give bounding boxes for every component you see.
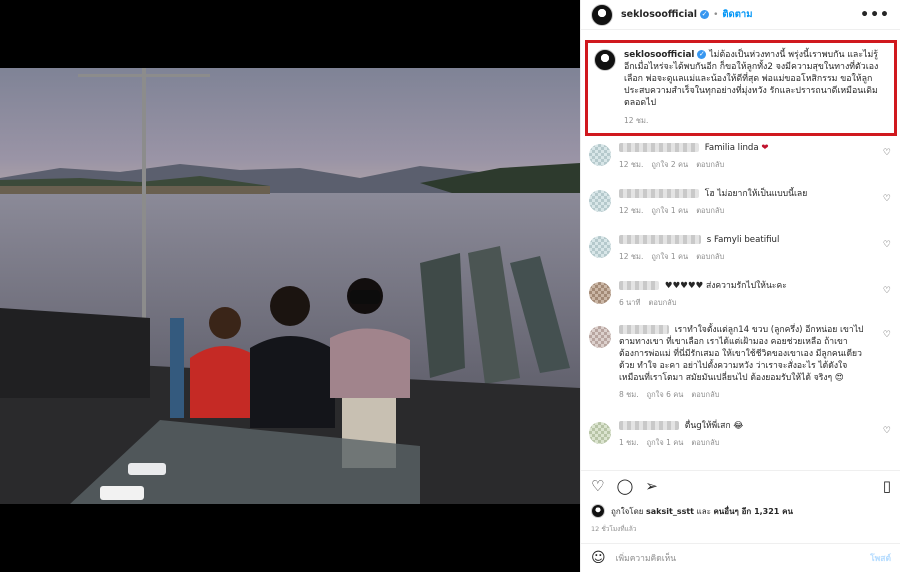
more-options-icon[interactable]: ••• [860,7,890,23]
comment-emoji: 😂 [733,421,744,431]
heart-outline-icon[interactable]: ♡ [591,477,604,495]
comment-likes[interactable]: ถูกใจ 1 คน [651,206,688,215]
blurred-username [619,189,699,198]
comment-text: ♥♥♥♥♥ ส่งความรักไปให้นะคะ [664,281,787,291]
caption-username[interactable]: seklosoofficial [624,50,694,60]
comment-item: เราทำใจตั้งแต่ลูก14 ขวบ (ลูกครึ่ง) อีกหน… [581,324,900,420]
comment-time: 12 ชม. [619,206,644,215]
comment-list: Familia linda ❤ 12 ชม. ถูกใจ 2 คน ตอบกลับ … [581,142,900,466]
comment-text: s Famyli beatifiul [706,235,780,245]
comment-input[interactable]: เพิ่มความคิดเห็น [616,551,676,565]
comment-emoji: ❤ [761,143,769,153]
reply-button[interactable]: ตอบกลับ [648,298,676,307]
comment-time: 12 ชม. [619,160,644,169]
comment-time: 1 ชม. [619,438,639,447]
caption-avatar[interactable] [594,49,616,71]
reply-button[interactable]: ตอบกลับ [691,438,719,447]
comment-time: 8 ชม. [619,390,639,399]
reply-button[interactable]: ตอบกลับ [691,390,719,399]
blurred-username [619,235,701,244]
comment-likes[interactable]: ถูกใจ 1 คน [651,252,688,261]
likes-prefix: ถูกใจโดย [611,506,644,516]
blurred-username [619,281,659,290]
likes-summary: ถูกใจโดย saksit_sstt และ คนอื่นๆ อีก 1,3… [591,504,793,518]
comment-text: ตื่นgให้พี่เสก [684,421,731,431]
liker-avatar[interactable] [591,504,605,518]
comment-emoji: 😍 [834,373,844,383]
commenter-avatar[interactable] [589,236,611,258]
like-comment-icon[interactable]: ♡ [883,148,891,158]
reply-button[interactable]: ตอบกลับ [696,206,724,215]
comment-item: โฮ ไม่อยากให้เป็นแบบนี้เลย 12 ชม. ถูกใจ 1… [581,188,900,234]
post-photo[interactable] [0,68,580,504]
comment-text: โฮ ไม่อยากให้เป็นแบบนี้เลย [704,189,808,199]
comment-likes[interactable]: ถูกใจ 6 คน [647,390,684,399]
comment-item: ♥♥♥♥♥ ส่งความรักไปให้นะคะ 6 นาที ตอบกลับ … [581,280,900,324]
post-comment-button[interactable]: โพสต์ [870,551,891,565]
like-comment-icon[interactable]: ♡ [883,330,891,340]
comment-time: 6 นาที [619,298,641,307]
follow-button[interactable]: ติดตาม [722,7,752,22]
caption-highlight-box: seklosoofficial ✓ ไม่ต้องเป็นห่วงทางนี้ พ… [585,40,897,136]
verified-badge-icon: ✓ [697,50,707,59]
comment-time: 12 ชม. [619,252,644,261]
likes-others[interactable]: คนอื่นๆ อีก 1,321 คน [713,507,793,516]
blurred-username [619,421,679,430]
reply-button[interactable]: ตอบกลับ [696,252,724,261]
commenter-avatar[interactable] [589,282,611,304]
reply-button[interactable]: ตอบกลับ [696,160,724,169]
post-sidebar: seklosoofficial ✓ • ติดตาม ••• seklosoof… [580,0,900,572]
bookmark-icon[interactable]: ▯ [883,477,891,495]
add-comment-bar: ☺ เพิ่มความคิดเห็น โพสต์ [581,543,900,572]
comment-likes[interactable]: ถูกใจ 1 คน [647,438,684,447]
paper-plane-icon[interactable]: ➢ [645,477,658,495]
comment-text: Familia linda [704,143,759,153]
photo-panel [0,0,580,572]
like-comment-icon[interactable]: ♡ [883,286,891,296]
caption: seklosoofficial ✓ ไม่ต้องเป็นห่วงทางนี้ พ… [624,49,888,127]
comment-likes[interactable]: ถูกใจ 2 คน [651,160,688,169]
liker-username[interactable]: saksit_sstt [646,507,694,516]
username-link[interactable]: seklosoofficial [621,9,697,20]
like-comment-icon[interactable]: ♡ [883,240,891,250]
photo-scene [0,68,580,504]
likes-mid: และ [696,506,711,516]
commenter-avatar[interactable] [589,144,611,166]
commenter-avatar[interactable] [589,190,611,212]
avatar[interactable] [591,3,613,26]
separator-dot: • [713,9,719,20]
post-time[interactable]: 12 ชั่วโมงที่แล้ว [591,524,636,534]
comment-item: Familia linda ❤ 12 ชม. ถูกใจ 2 คน ตอบกลับ … [581,142,900,188]
action-bar: ♡ ◯ ➢ ▯ [581,470,900,500]
verified-badge-icon: ✓ [700,10,710,19]
comment-icon[interactable]: ◯ [616,477,633,495]
commenter-avatar[interactable] [589,326,611,348]
commenter-avatar[interactable] [589,422,611,444]
blurred-username [619,143,699,152]
post-header: seklosoofficial ✓ • ติดตาม ••• [581,0,900,30]
caption-time: 12 ชม. [624,116,649,125]
emoji-picker-icon[interactable]: ☺ [591,550,606,566]
blurred-username [619,325,669,334]
like-comment-icon[interactable]: ♡ [883,426,891,436]
comment-item: ตื่นgให้พี่เสก 😂 1 ชม. ถูกใจ 1 คน ตอบกลับ … [581,420,900,464]
like-comment-icon[interactable]: ♡ [883,194,891,204]
comment-item: s Famyli beatifiul 12 ชม. ถูกใจ 1 คน ตอบกล… [581,234,900,280]
